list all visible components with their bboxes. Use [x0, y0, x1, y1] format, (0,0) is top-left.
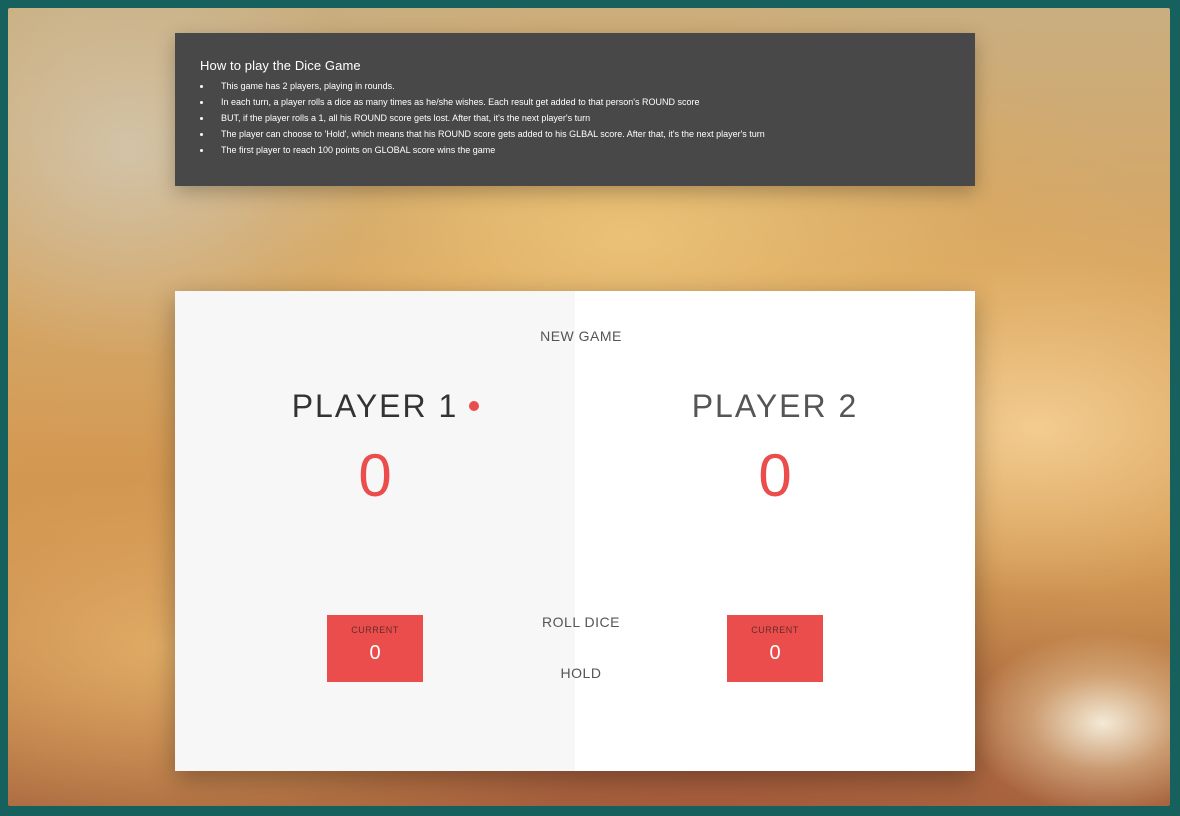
roll-dice-button[interactable]: ROLL DICE	[531, 614, 631, 630]
player-1-name: PLAYER 1	[291, 388, 459, 424]
player-2-panel: PLAYER 2 0 CURRENT 0	[575, 291, 975, 771]
player-2-current-box: CURRENT 0	[727, 615, 823, 682]
player-2-name: PLAYER 2	[691, 388, 859, 424]
new-game-button[interactable]: NEW GAME	[531, 328, 631, 344]
rules-item: The first player to reach 100 points on …	[200, 142, 950, 158]
rules-item: BUT, if the player rolls a 1, all his RO…	[200, 110, 950, 126]
player-2-score: 0	[758, 442, 792, 509]
active-player-indicator	[469, 401, 479, 411]
player-1-current-box: CURRENT 0	[327, 615, 423, 682]
player-1-score: 0	[358, 442, 392, 509]
rules-item: This game has 2 players, playing in roun…	[200, 78, 950, 94]
rules-item: In each turn, a player rolls a dice as m…	[200, 94, 950, 110]
rules-panel: How to play the Dice Game This game has …	[175, 33, 975, 186]
game-background: How to play the Dice Game This game has …	[8, 8, 1170, 806]
rules-list: This game has 2 players, playing in roun…	[200, 78, 950, 158]
rules-item: The player can choose to 'Hold', which m…	[200, 126, 950, 142]
player-1-current-label: CURRENT	[351, 625, 399, 635]
hold-button[interactable]: HOLD	[531, 665, 631, 681]
player-2-current-score: 0	[769, 642, 781, 664]
game-panel: PLAYER 1 0 CURRENT 0 PLAYER 2 0 CURRENT …	[175, 291, 975, 771]
rules-title: How to play the Dice Game	[200, 58, 361, 73]
player-1-panel: PLAYER 1 0 CURRENT 0	[175, 291, 575, 771]
player-1-current-score: 0	[369, 642, 381, 664]
player-2-current-label: CURRENT	[751, 625, 799, 635]
